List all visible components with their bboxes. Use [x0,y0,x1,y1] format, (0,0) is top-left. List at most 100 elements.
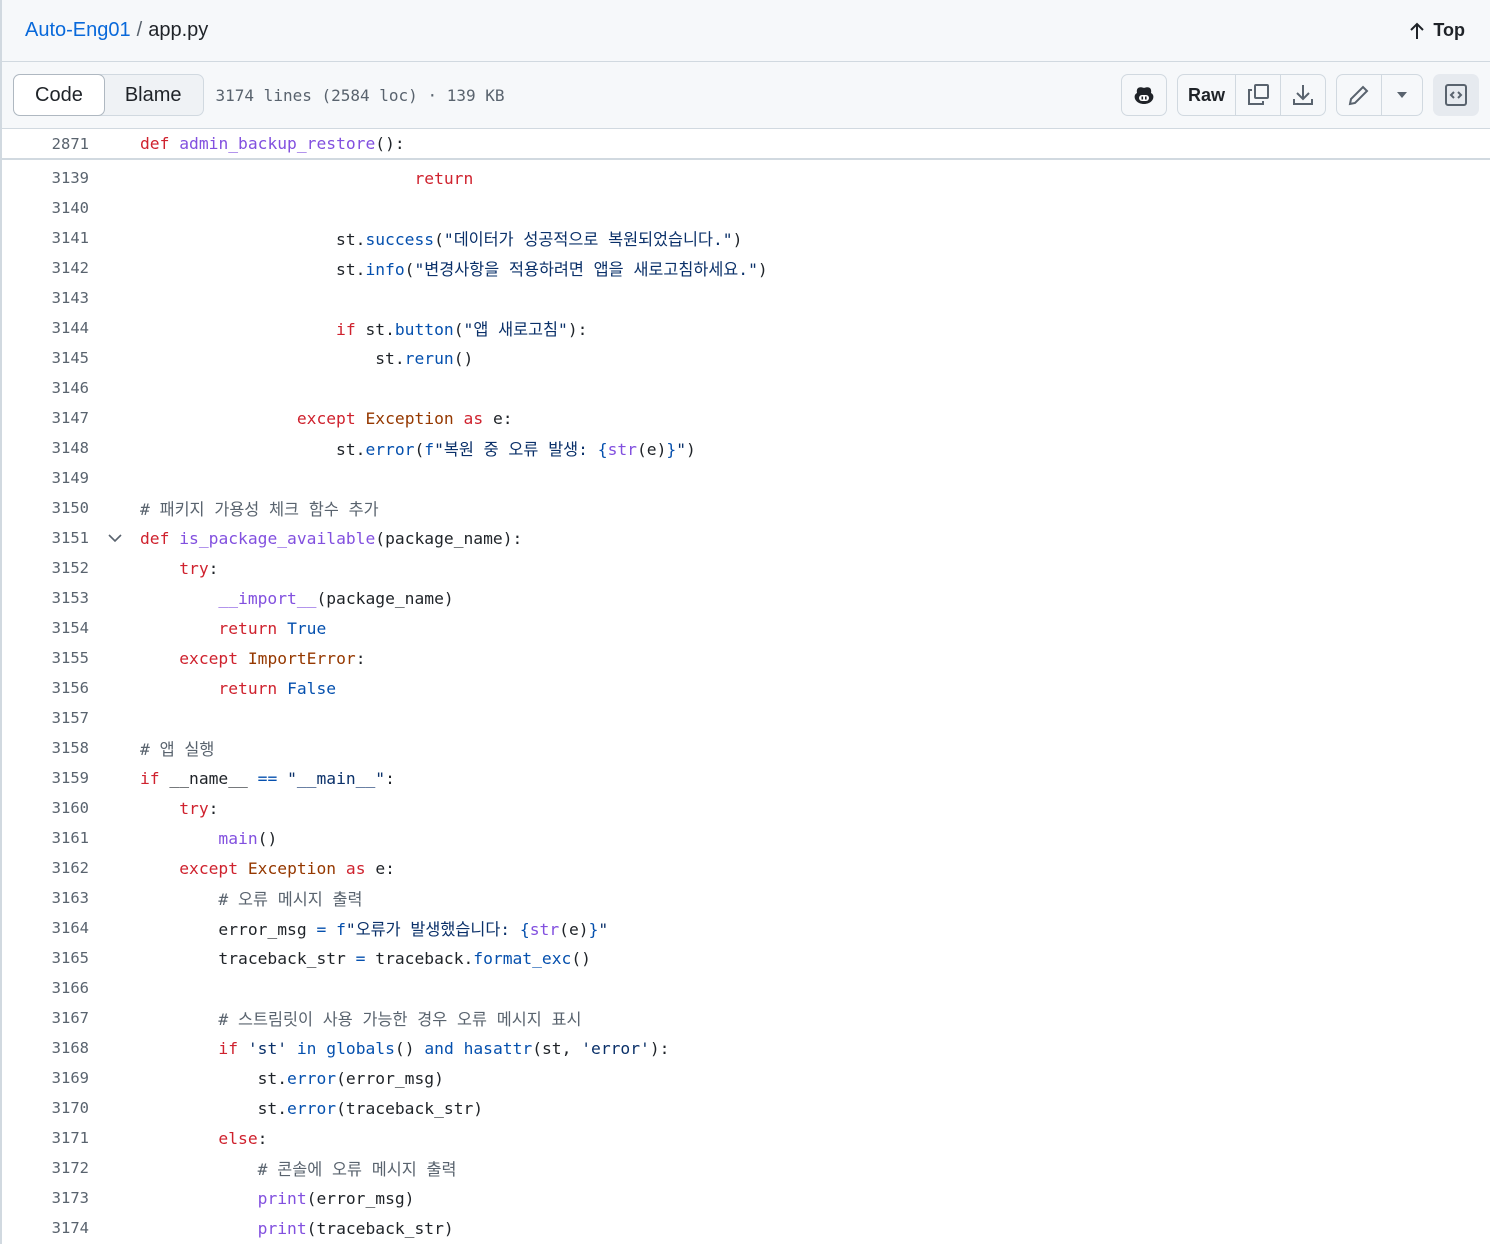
line-number[interactable]: 3158 [2,739,89,757]
line-number[interactable]: 3148 [2,439,89,457]
code-line: 3167 # 스트림릿이 사용 가능한 경우 오류 메시지 표시 [2,1003,1490,1033]
line-number[interactable]: 3142 [2,259,89,277]
tab-code[interactable]: Code [13,74,105,116]
line-code: try: [140,559,218,578]
line-number[interactable]: 3144 [2,319,89,337]
code-token: st. [140,230,366,249]
line-number[interactable]: 3147 [2,409,89,427]
line-code: return True [140,619,326,638]
breadcrumb-file: app.py [148,19,209,41]
code-token: # 콘솔에 오류 메시지 출력 [257,1160,457,1179]
code-line: 3143 [2,283,1490,313]
code-token: ImportError [247,648,356,668]
code-token: is_package_available [179,528,376,548]
code-token: # 오류 메시지 출력 [218,890,363,909]
breadcrumb-repo-link[interactable]: Auto-Eng01 [25,19,131,41]
code-token: "데이터가 성공적으로 복원되었습니다." [443,230,733,249]
code-token: Exception [247,858,337,878]
line-number[interactable]: 3168 [2,1039,89,1057]
view-toggle: Code Blame [13,74,204,116]
line-number[interactable]: 3151 [2,529,89,547]
line-number[interactable]: 3155 [2,649,89,667]
code-line: 3139 return [2,163,1490,193]
code-token: (e) [559,920,589,939]
edit-group [1336,74,1423,116]
line-code: try: [140,799,218,818]
sticky-scope-line[interactable]: 2871 def admin_backup_restore(): [2,129,1490,160]
line-number[interactable]: 3149 [2,469,89,487]
line-code: if st.button("앱 새로고침"): [140,316,587,340]
back-to-top-button[interactable]: Top [1409,20,1465,41]
code-token: print [257,1188,307,1208]
download-button[interactable] [1281,75,1325,115]
line-number[interactable]: 3172 [2,1159,89,1177]
code-token: (traceback_str) [306,1218,454,1238]
line-number[interactable]: 3146 [2,379,89,397]
line-number[interactable]: 3159 [2,769,89,787]
line-number[interactable]: 3170 [2,1099,89,1117]
line-number[interactable]: 3169 [2,1069,89,1087]
copy-icon [1246,83,1270,107]
line-number[interactable]: 3166 [2,979,89,997]
code-token: # 스트림릿이 사용 가능한 경우 오류 메시지 표시 [218,1010,582,1029]
symbols-panel-button[interactable] [1433,74,1479,116]
code-line: 3156 return False [2,673,1490,703]
code-line: 3169 st.error(error_msg) [2,1063,1490,1093]
line-number[interactable]: 3153 [2,589,89,607]
line-code: __import__(package_name) [140,589,453,608]
line-number[interactable]: 3154 [2,619,89,637]
raw-button[interactable]: Raw [1178,75,1236,115]
code-token: ) [686,440,696,459]
line-number[interactable]: 3152 [2,559,89,577]
code-token: return [414,168,474,188]
line-number[interactable]: 3141 [2,229,89,247]
code-token: traceback_str [140,948,356,968]
chevron-down-icon[interactable] [89,533,140,543]
code-line: 3158 # 앱 실행 [2,733,1490,763]
line-number[interactable]: 3160 [2,799,89,817]
code-token: error [287,1098,337,1118]
line-number[interactable]: 3157 [2,709,89,727]
line-code: return False [140,679,336,698]
copilot-button[interactable] [1120,74,1167,116]
line-number[interactable]: 3173 [2,1189,89,1207]
line-number[interactable]: 3156 [2,679,89,697]
code-token: admin_backup_restore [179,134,376,153]
line-number[interactable]: 3164 [2,919,89,937]
edit-dropdown-button[interactable] [1382,75,1422,115]
tab-blame[interactable]: Blame [104,75,203,115]
line-number[interactable]: 3150 [2,499,89,517]
line-number[interactable]: 3163 [2,889,89,907]
code-token: 'st' [247,1038,288,1058]
code-token: st. [140,1098,288,1118]
code-line: 3173 print(error_msg) [2,1183,1490,1213]
line-number[interactable]: 3174 [2,1219,89,1237]
line-number[interactable]: 3165 [2,949,89,967]
line-number[interactable]: 3171 [2,1129,89,1147]
line-number[interactable]: 3140 [2,199,89,217]
code-token: success [365,230,435,249]
line-number[interactable]: 3162 [2,859,89,877]
line-number[interactable]: 3145 [2,349,89,367]
code-token: { [597,440,608,459]
line-number[interactable]: 3143 [2,289,89,307]
line-number[interactable]: 3161 [2,829,89,847]
line-code: st.rerun() [140,349,473,368]
code-token: except [296,408,356,428]
edit-button[interactable] [1337,75,1382,115]
line-number[interactable]: 3167 [2,1009,89,1027]
line-number[interactable]: 3139 [2,169,89,187]
file-meta: 3174 lines (2584 loc) · 139 KB [215,85,505,105]
copy-button[interactable] [1236,75,1281,115]
code-token: : [208,798,219,818]
code-token: e: [483,408,513,428]
